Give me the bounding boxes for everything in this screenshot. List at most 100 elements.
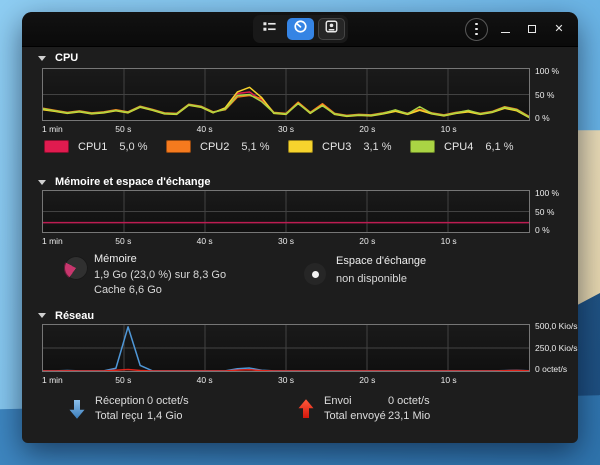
network-send-block: Envoi 0 octet/s Total envoyé 23,1 Mio — [297, 394, 430, 425]
download-arrow-icon — [68, 396, 86, 425]
memory-pie-icon — [64, 256, 88, 280]
network-section-expander[interactable]: Réseau — [22, 310, 578, 322]
chevron-down-icon — [38, 313, 46, 318]
cpu2-legend-item: CPU2 5,1 % — [166, 140, 288, 153]
primary-menu-button[interactable] — [465, 18, 488, 41]
x-axis-tick: 1 min — [42, 375, 63, 385]
resources-view: CPU 100 % 50 % 0 % 1 min 50 s 40 s 30 s 20 s 10… — [22, 47, 578, 443]
x-axis-tick: 50 s — [115, 124, 131, 134]
network-y-axis-labels: 500,0 Kio/s250,0 Kio/s0 octet/s — [530, 324, 578, 372]
cpu4-label: CPU4 — [444, 141, 473, 153]
memory-section-expander[interactable]: Mémoire et espace d'échange — [22, 176, 578, 188]
maximize-button[interactable] — [522, 18, 542, 40]
cpu3-legend-item: CPU3 3,1 % — [288, 140, 410, 153]
swap-status: non disponible — [336, 273, 426, 285]
x-axis-tick: 40 s — [197, 124, 213, 134]
menu-dot — [475, 23, 478, 26]
resources-tab[interactable] — [287, 18, 314, 40]
view-switcher — [253, 15, 348, 43]
cpu-x-axis-labels: 1 min 50 s 40 s 30 s 20 s 10 s — [42, 123, 530, 135]
network-chart — [42, 324, 530, 372]
cpu-section-title: CPU — [55, 52, 78, 64]
y-axis-tick: 100 % — [535, 188, 559, 198]
minimize-button[interactable] — [495, 18, 515, 40]
cpu2-value: 5,1 % — [241, 141, 269, 153]
upload-arrow-icon — [297, 396, 315, 425]
x-axis-tick: 20 s — [359, 375, 375, 385]
x-axis-tick: 30 s — [278, 375, 294, 385]
swap-pie-icon — [304, 263, 326, 285]
titlebar[interactable]: ✕ — [22, 12, 578, 47]
x-axis-tick: 1 min — [42, 124, 63, 134]
memory-usage-block: Mémoire 1,9 Go (23,0 %) sur 8,3 Go Cache… — [22, 252, 304, 299]
y-axis-tick: 0 % — [535, 225, 550, 235]
cpu1-value: 5,0 % — [119, 141, 147, 153]
x-axis-tick: 10 s — [441, 124, 457, 134]
network-graph-block: 500,0 Kio/s250,0 Kio/s0 octet/s — [42, 324, 530, 372]
memory-cache-text: Cache 6,6 Go — [94, 283, 226, 299]
network-x-axis-labels: 1 min50 s40 s30 s20 s10 s — [42, 374, 530, 386]
memory-x-axis-labels: 1 min50 s40 s30 s20 s10 s — [42, 235, 530, 247]
cpu-section-expander[interactable]: CPU — [22, 52, 578, 64]
network-details: Réception 0 octet/s Total reçu 1,4 Gio — [22, 394, 578, 425]
received-label: Total reçu — [95, 409, 147, 425]
close-icon: ✕ — [554, 24, 563, 35]
cpu1-legend-item: CPU1 5,0 % — [44, 140, 166, 153]
send-rate: 0 octet/s — [388, 394, 430, 410]
resources-gauge-icon — [293, 19, 308, 39]
sent-total: 23,1 Mio — [388, 409, 430, 425]
cpu4-legend-item: CPU4 6,1 % — [410, 140, 532, 153]
window-controls: ✕ — [465, 12, 569, 46]
y-axis-tick: 0 % — [535, 113, 550, 123]
memory-chart — [42, 190, 530, 233]
sent-label: Total envoyé — [324, 409, 388, 425]
memory-y-axis-labels: 100 % 50 % 0 % — [530, 190, 578, 233]
cpu2-color-swatch — [166, 140, 191, 153]
receive-table: Réception 0 octet/s Total reçu 1,4 Gio — [95, 394, 189, 425]
y-axis-tick: 50 % — [535, 90, 554, 100]
swap-block: Espace d'échange non disponible — [304, 252, 426, 299]
cpu3-label: CPU3 — [322, 141, 351, 153]
x-axis-tick: 20 s — [359, 124, 375, 134]
y-axis-tick: 250,0 Kio/s — [535, 343, 578, 353]
receive-rate: 0 octet/s — [147, 394, 189, 410]
y-axis-tick: 0 octet/s — [535, 364, 567, 374]
filesystems-tab[interactable] — [318, 18, 345, 40]
network-receive-block: Réception 0 octet/s Total reçu 1,4 Gio — [22, 394, 297, 425]
memory-details: Mémoire 1,9 Go (23,0 %) sur 8,3 Go Cache… — [22, 252, 578, 299]
cpu-y-axis-labels: 100 % 50 % 0 % — [530, 68, 578, 121]
x-axis-tick: 50 s — [115, 375, 131, 385]
process-list-icon — [262, 19, 277, 39]
minimize-icon — [501, 32, 510, 33]
cpu4-color-swatch — [410, 140, 435, 153]
send-label: Envoi — [324, 394, 388, 410]
cpu4-value: 6,1 % — [485, 141, 513, 153]
system-monitor-window: ✕ CPU 100 % 50 % 0 % 1 min 50 s 40 s 30 s 20 s… — [22, 12, 578, 443]
memory-usage-text: 1,9 Go (23,0 %) sur 8,3 Go — [94, 268, 226, 284]
swap-label: Espace d'échange — [336, 255, 426, 267]
cpu1-label: CPU1 — [78, 141, 107, 153]
network-section-title: Réseau — [55, 310, 94, 322]
cpu3-color-swatch — [288, 140, 313, 153]
x-axis-tick: 1 min — [42, 236, 63, 246]
x-axis-tick: 20 s — [359, 236, 375, 246]
cpu1-color-swatch — [44, 140, 69, 153]
chevron-down-icon — [38, 56, 46, 61]
memory-section-title: Mémoire et espace d'échange — [55, 176, 210, 188]
x-axis-tick: 30 s — [278, 124, 294, 134]
maximize-icon — [528, 25, 536, 33]
memory-label: Mémoire — [94, 252, 226, 268]
x-axis-tick: 30 s — [278, 236, 294, 246]
y-axis-tick: 50 % — [535, 207, 554, 217]
x-axis-tick: 50 s — [115, 236, 131, 246]
processes-tab[interactable] — [256, 18, 283, 40]
cpu-graph-block: 100 %50 %0 % — [42, 68, 530, 121]
x-axis-tick: 40 s — [197, 236, 213, 246]
cpu-legend: CPU1 5,0 % CPU2 5,1 % CPU3 3,1 % CPU4 6,… — [44, 140, 532, 153]
y-axis-tick: 100 % — [535, 66, 559, 76]
disk-icon — [324, 19, 339, 39]
close-button[interactable]: ✕ — [549, 18, 569, 40]
cpu3-value: 3,1 % — [363, 141, 391, 153]
x-axis-tick: 40 s — [197, 375, 213, 385]
send-table: Envoi 0 octet/s Total envoyé 23,1 Mio — [324, 394, 430, 425]
